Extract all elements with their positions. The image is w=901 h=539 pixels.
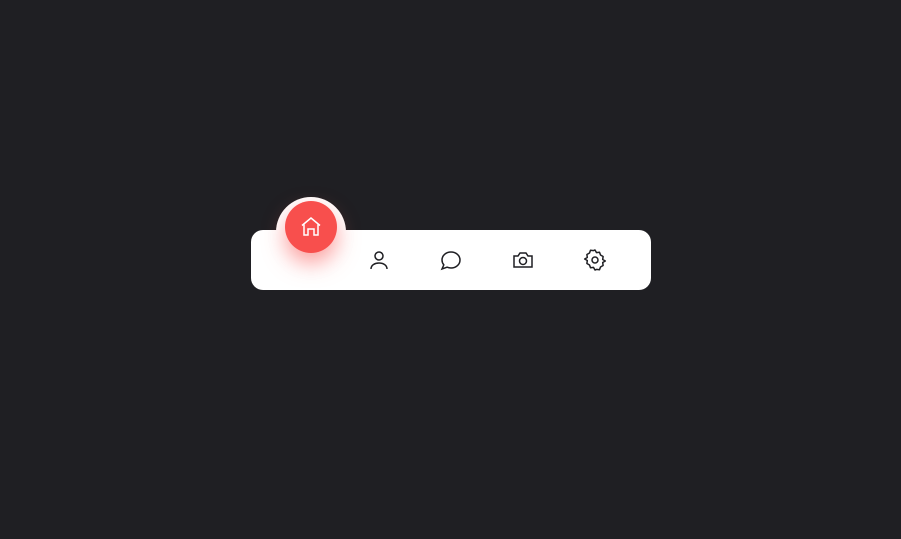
nav-item-camera[interactable] — [488, 230, 558, 290]
message-icon — [439, 248, 463, 272]
nav-item-messages[interactable] — [416, 230, 486, 290]
navigation-bar — [251, 230, 651, 290]
active-nav-indicator[interactable] — [285, 201, 337, 253]
settings-icon — [583, 248, 607, 272]
home-icon — [299, 215, 323, 239]
user-icon — [367, 248, 391, 272]
nav-item-settings[interactable] — [560, 230, 630, 290]
camera-icon — [511, 248, 535, 272]
